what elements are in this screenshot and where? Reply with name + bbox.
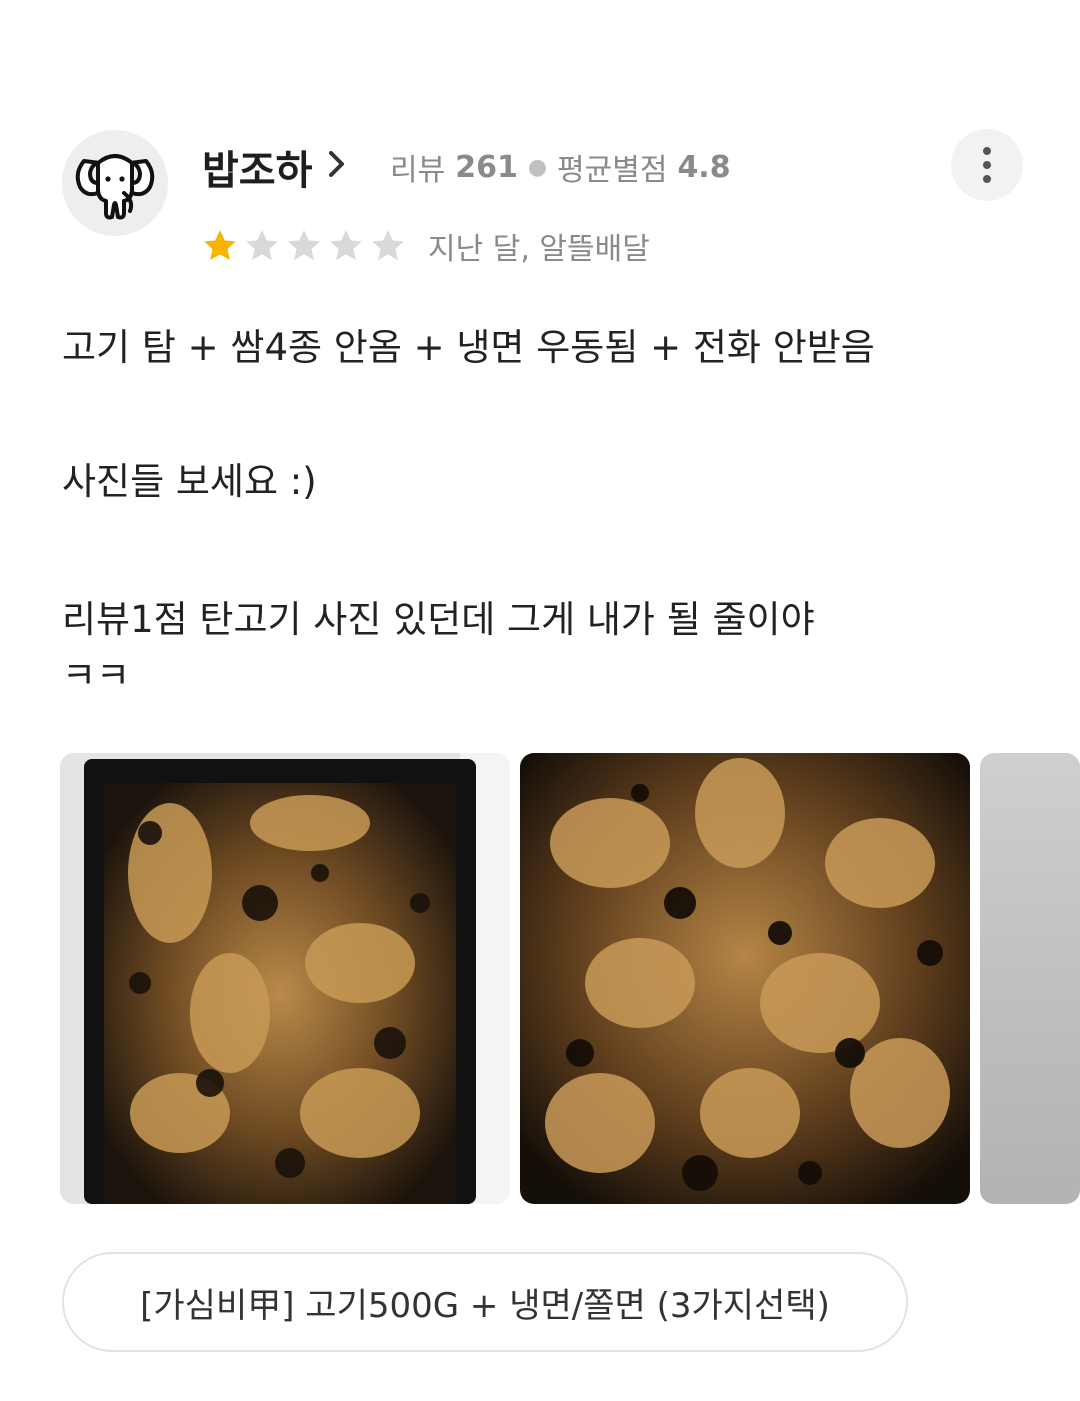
avg-rating: 4.8 — [677, 149, 731, 185]
review-meta: 지난 달, 알뜰배달 — [428, 232, 650, 267]
star-rating — [200, 226, 408, 266]
review-body: 고기 탐 + 쌈4종 안옴 + 냉면 우동됨 + 전화 안받음 사진들 보세요 … — [62, 320, 1022, 704]
elephant-icon — [75, 154, 155, 220]
more-vertical-icon — [983, 147, 991, 155]
avatar[interactable] — [62, 130, 168, 236]
more-options-button[interactable] — [951, 129, 1023, 201]
review-line: ㅋㅋ — [62, 654, 131, 697]
chevron-right-icon — [328, 147, 346, 187]
ordered-menu-chip[interactable]: [가심비甲] 고기500G + 냉면/쫄면 (3가지선택) — [62, 1252, 908, 1352]
review-line: 사진들 보세요 :) — [62, 460, 317, 503]
star-empty-icon — [372, 230, 404, 260]
review-photos — [60, 753, 1080, 1204]
more-dot — [983, 175, 991, 183]
star-filled-icon — [204, 230, 236, 260]
star-empty-icon — [246, 230, 278, 260]
avg-rating-label: 평균별점 — [557, 153, 668, 188]
review-line: 리뷰1점 탄고기 사진 있던데 그게 내가 될 줄이야 — [62, 598, 815, 641]
review-photo[interactable] — [60, 753, 510, 1204]
reviewer-stats: 리뷰 261 ● 평균별점 4.8 — [390, 145, 731, 189]
review-count: 261 — [455, 149, 518, 185]
review-photo[interactable] — [980, 753, 1080, 1204]
more-dot — [983, 161, 991, 169]
reviewer-name-link[interactable]: 밥조하 — [202, 138, 346, 196]
ordered-menu-label: [가심비甲] 고기500G + 냉면/쫄면 (3가지선택) — [140, 1285, 830, 1326]
star-empty-icon — [288, 230, 320, 260]
review-line: 고기 탐 + 쌈4종 안옴 + 냉면 우동됨 + 전화 안받음 — [62, 326, 875, 369]
review-count-label: 리뷰 — [390, 153, 446, 188]
separator-dot: ● — [527, 154, 548, 180]
reviewer-name: 밥조하 — [202, 148, 313, 194]
star-empty-icon — [330, 230, 362, 260]
review-photo[interactable] — [520, 753, 970, 1204]
